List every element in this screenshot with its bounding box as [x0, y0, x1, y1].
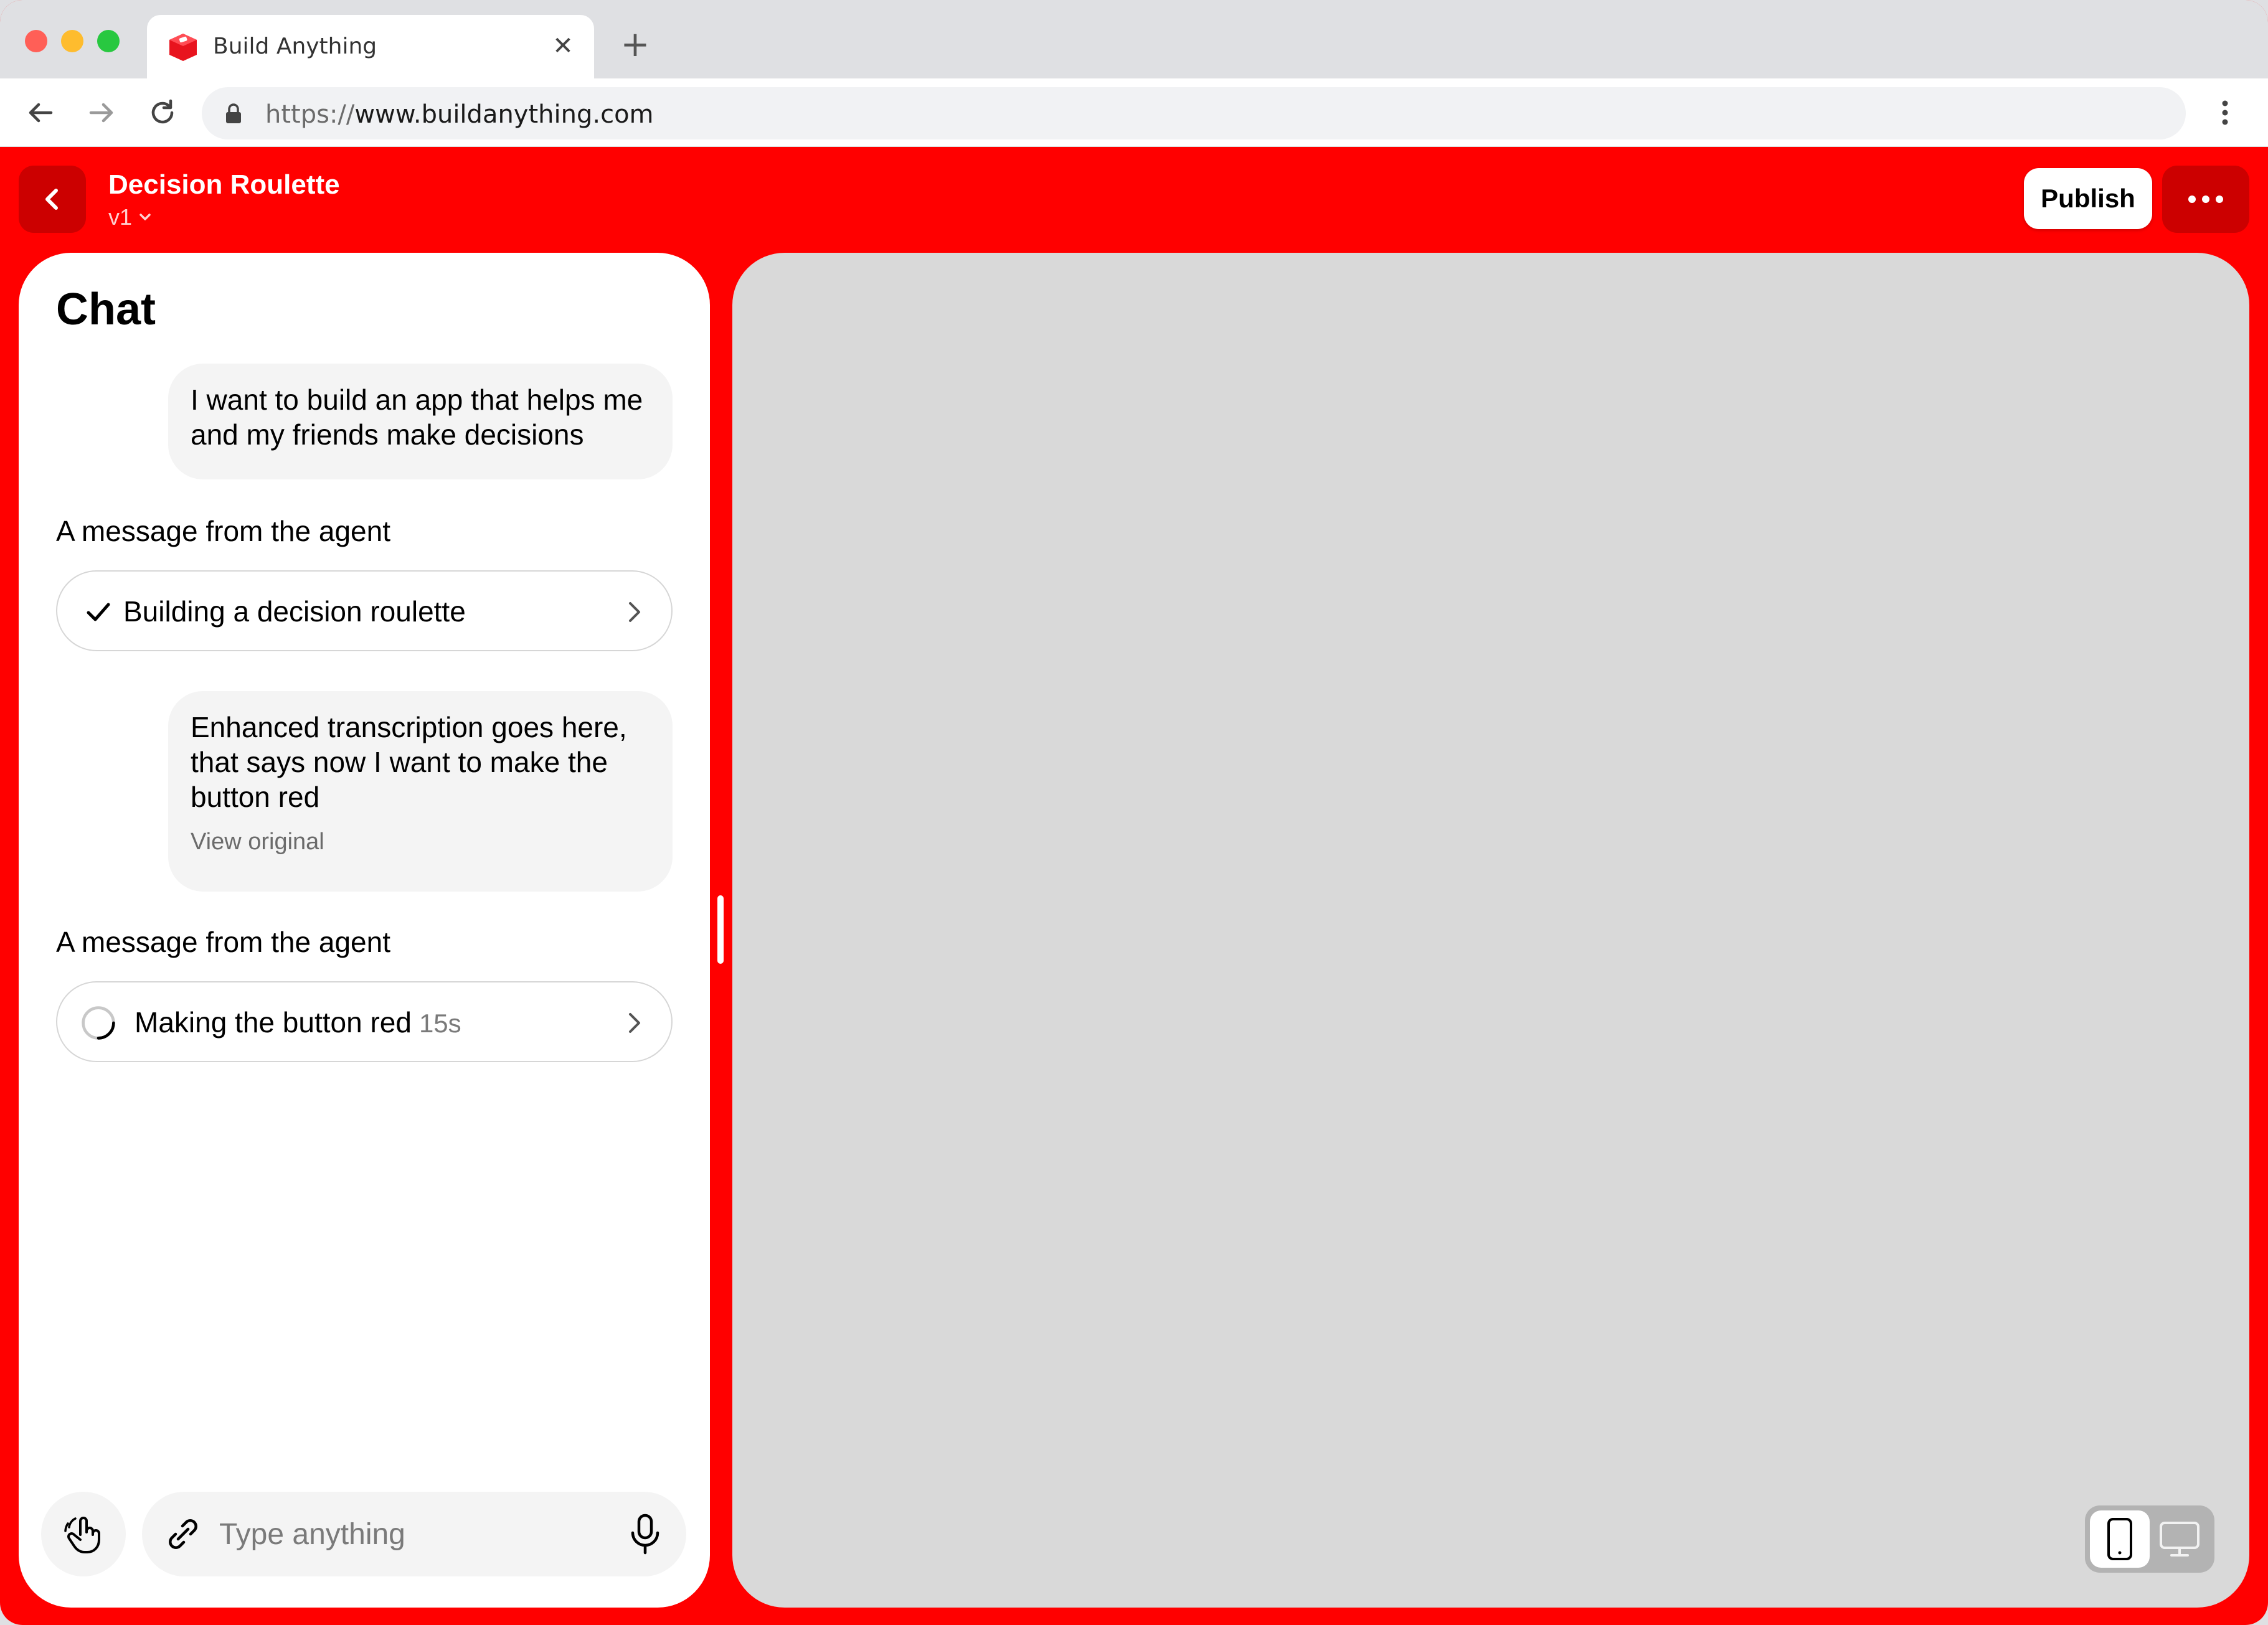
lock-icon: [226, 103, 241, 123]
build-anything-logo-icon: [169, 34, 197, 61]
browser-toolbar: https://www.buildanything.com: [0, 78, 2268, 147]
chat-heading: Chat: [56, 285, 156, 334]
agent-task-item[interactable]: Making the button red 15s: [56, 981, 673, 1062]
user-message-text: Enhanced transcription goes here, that s…: [191, 711, 627, 813]
chat-input[interactable]: [219, 1510, 593, 1558]
checkmark-icon: [80, 593, 117, 631]
user-message-text: I want to build an app that helps me and…: [191, 384, 643, 451]
loading-spinner-icon: [80, 1004, 117, 1042]
view-original-link[interactable]: View original: [191, 828, 650, 855]
browser-window: Build Anything ✕ + https://www.buildanyt…: [0, 0, 2268, 1625]
address-bar[interactable]: https://www.buildanything.com: [202, 87, 2186, 139]
chat-panel: Chat I want to build an app that helps m…: [19, 253, 710, 1608]
chat-input-bar: [142, 1492, 686, 1576]
user-message: I want to build an app that helps me and…: [168, 364, 673, 479]
device-toggle: [2085, 1505, 2214, 1573]
minimize-window-button[interactable]: [61, 30, 83, 52]
chevron-right-icon: [615, 1004, 653, 1042]
agent-message-label: A message from the agent: [56, 926, 390, 958]
tab-title: Build Anything: [213, 34, 377, 59]
browser-tab[interactable]: Build Anything ✕: [147, 15, 594, 78]
user-message: Enhanced transcription goes here, that s…: [168, 691, 673, 892]
url-text: https://www.buildanything.com: [265, 100, 654, 129]
panel-resize-handle[interactable]: [717, 895, 724, 964]
chevron-down-icon: [139, 214, 151, 220]
desktop-monitor-icon[interactable]: [2150, 1510, 2209, 1568]
agent-task-item[interactable]: Building a decision roulette: [56, 570, 673, 651]
arrow-right-icon[interactable]: [83, 95, 120, 131]
publish-button[interactable]: Publish: [2024, 168, 2152, 229]
maximize-window-button[interactable]: [97, 30, 120, 52]
elapsed-time: 15s: [418, 1009, 461, 1038]
close-window-button[interactable]: [25, 30, 47, 52]
reload-icon[interactable]: [144, 95, 181, 131]
vertical-dots-icon[interactable]: [2207, 95, 2243, 131]
agent-message-label: A message from the agent: [56, 515, 390, 547]
version-selector[interactable]: v1: [108, 204, 153, 230]
app-header: Decision Roulette v1 Publish: [0, 147, 2268, 253]
new-tab-button[interactable]: +: [617, 26, 654, 64]
more-options-icon[interactable]: [2162, 166, 2249, 233]
chevron-right-icon: [615, 593, 653, 631]
agent-task-text: Building a decision roulette: [123, 595, 466, 628]
tab-bar: Build Anything ✕ +: [0, 0, 2268, 78]
version-label: v1: [108, 204, 133, 230]
agent-task-label: Making the button red: [135, 1006, 412, 1039]
preview-panel: [732, 253, 2249, 1608]
microphone-icon[interactable]: [625, 1513, 665, 1555]
back-button[interactable]: [19, 166, 86, 233]
url-host: www.buildanything.com: [354, 100, 654, 129]
paperclip-icon[interactable]: [164, 1515, 202, 1553]
project-title: Decision Roulette: [108, 169, 340, 200]
agent-task-text: Making the button red 15s: [135, 1006, 461, 1039]
arrow-left-icon[interactable]: [22, 95, 59, 131]
tab-close-icon[interactable]: ✕: [549, 32, 577, 60]
chevron-left-icon: [45, 189, 58, 210]
hand-pointer-icon[interactable]: [41, 1492, 126, 1576]
url-scheme: https://: [265, 100, 355, 129]
mobile-device-icon[interactable]: [2090, 1510, 2150, 1568]
